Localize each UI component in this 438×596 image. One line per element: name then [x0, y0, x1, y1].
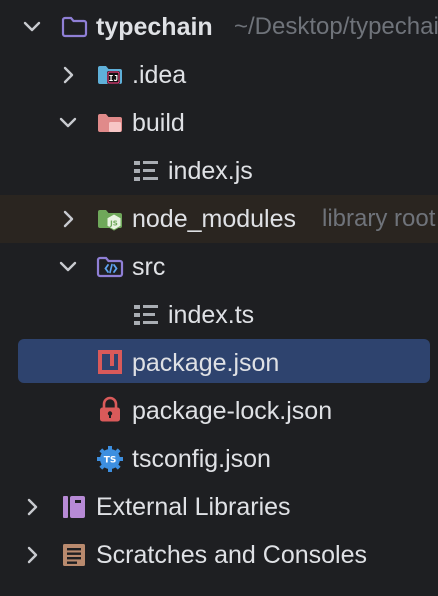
svg-text:TS: TS: [104, 456, 117, 466]
tree-row-src[interactable]: src: [0, 243, 438, 291]
tree-row-build-index[interactable]: index.js: [0, 147, 438, 195]
tree-item-label: src: [132, 253, 166, 281]
tsconfig-icon: TS: [97, 446, 123, 472]
libraries-icon: [63, 496, 85, 518]
project-tree: typechain ~/Desktop/typechain IJ .idea b…: [0, 0, 438, 596]
source-folder-icon: [96, 256, 124, 278]
tree-item-label: package-lock.json: [132, 397, 333, 425]
tree-row-scratches[interactable]: Scratches and Consoles: [0, 531, 438, 579]
scratches-icon: [63, 544, 85, 566]
tree-row-src-index[interactable]: index.ts: [0, 291, 438, 339]
chevron-right-icon[interactable]: [56, 63, 80, 87]
tree-item-label: index.js: [168, 157, 253, 185]
tree-item-label: .idea: [132, 61, 187, 89]
tree-row-build[interactable]: build: [0, 99, 438, 147]
tree-item-label: index.ts: [168, 301, 255, 329]
text-file-icon: [134, 305, 158, 325]
tree-root-label: typechain: [96, 13, 213, 41]
idea-folder-icon: IJ: [98, 66, 122, 84]
tree-item-label: package.json: [132, 349, 280, 377]
chevron-right-icon[interactable]: [20, 495, 44, 519]
chevron-right-icon[interactable]: [56, 207, 80, 231]
tree-row-node-modules[interactable]: JS node_modules library root: [0, 195, 438, 243]
chevron-down-icon[interactable]: [56, 111, 80, 135]
tree-item-label: node_modules: [132, 205, 297, 233]
tree-item-label: External Libraries: [96, 493, 291, 521]
npm-icon: [98, 350, 122, 374]
tree-row-package-lock[interactable]: package-lock.json: [0, 387, 438, 435]
svg-text:IJ: IJ: [109, 74, 119, 83]
tree-item-label: build: [132, 109, 185, 137]
chevron-down-icon[interactable]: [56, 255, 80, 279]
tree-row-root[interactable]: typechain ~/Desktop/typechain: [0, 3, 438, 51]
chevron-down-icon[interactable]: [20, 15, 44, 39]
svg-text:JS: JS: [109, 220, 118, 228]
library-root-hint: library root: [322, 205, 436, 232]
tree-row-package-json[interactable]: package.json: [0, 337, 438, 385]
nodejs-folder-icon: JS: [98, 210, 122, 231]
excluded-folder-icon: [98, 114, 122, 132]
chevron-right-icon[interactable]: [20, 543, 44, 567]
tree-item-label: tsconfig.json: [132, 445, 271, 473]
tree-row-idea[interactable]: IJ .idea: [0, 51, 438, 99]
lock-icon: [100, 396, 120, 422]
tree-item-label: Scratches and Consoles: [96, 541, 367, 569]
tree-root-path: ~/Desktop/typechain: [234, 13, 438, 40]
text-file-icon: [134, 161, 158, 181]
folder-icon: [61, 16, 88, 38]
tree-row-tsconfig[interactable]: TS tsconfig.json: [0, 435, 438, 483]
tree-row-external-libraries[interactable]: External Libraries: [0, 483, 438, 531]
